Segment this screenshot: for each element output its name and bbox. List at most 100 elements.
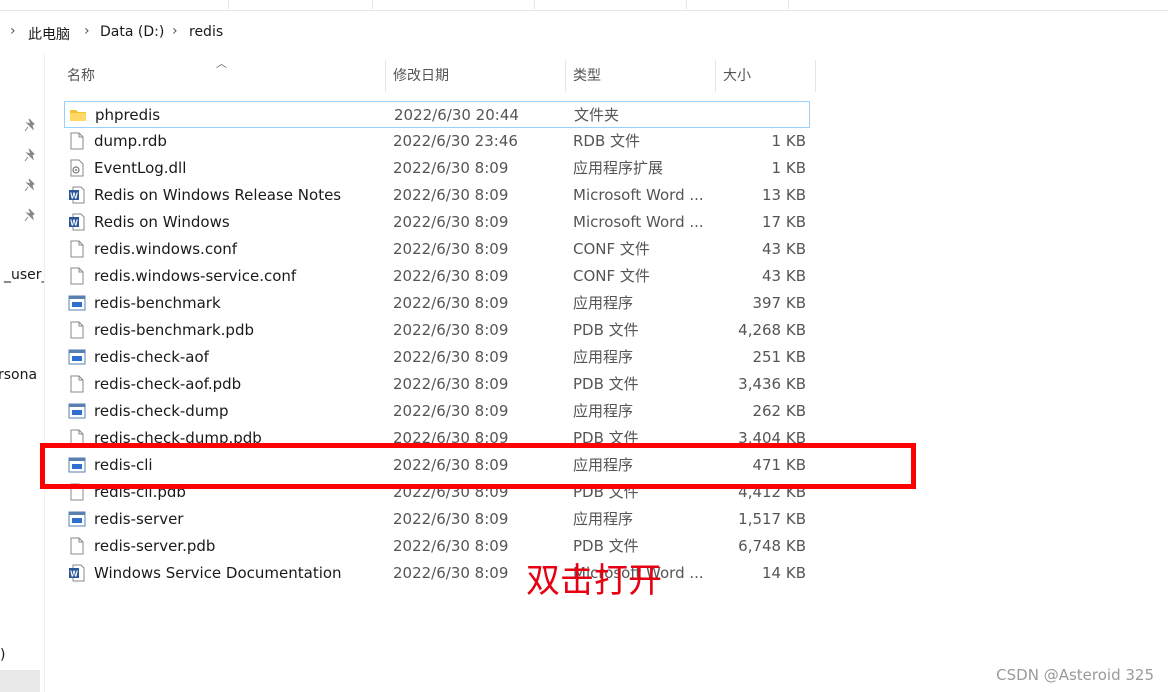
- file-row[interactable]: redis-check-dump 2022/6/30 8:09 应用程序 262 KB: [64, 398, 810, 425]
- file-size: 17 KB: [762, 213, 806, 231]
- file-row[interactable]: redis-check-dump.pdb 2022/6/30 8:09 PDB 文件…: [64, 425, 810, 452]
- file-name: redis-cli: [94, 456, 153, 474]
- ribbon-tab[interactable]: [366, 0, 535, 9]
- file-icon: [68, 321, 86, 339]
- file-size: 4,268 KB: [738, 321, 806, 339]
- pin-icon[interactable]: [24, 148, 38, 162]
- file-size: 4,412 KB: [738, 483, 806, 501]
- chevron-right-icon[interactable]: ›: [84, 23, 90, 39]
- pin-icon[interactable]: [24, 178, 38, 192]
- file-row[interactable]: redis.windows-service.conf 2022/6/30 8:09…: [64, 263, 810, 290]
- file-size: 14 KB: [762, 564, 806, 582]
- svg-text:W: W: [70, 570, 78, 579]
- watermark: CSDN @Asteroid 325: [996, 666, 1154, 684]
- file-name: redis.windows.conf: [94, 240, 238, 258]
- column-header-date[interactable]: 修改日期: [385, 60, 565, 92]
- file-icon: [68, 537, 86, 555]
- ribbon-tab[interactable]: [528, 0, 687, 9]
- file-modified-date: 2022/6/30 8:09: [393, 321, 509, 339]
- file-row[interactable]: redis-cli.pdb 2022/6/30 8:09 PDB 文件 4,412 K…: [64, 479, 810, 506]
- file-modified-date: 2022/6/30 8:09: [393, 240, 509, 258]
- file-size: 397 KB: [752, 294, 806, 312]
- file-type: PDB 文件: [573, 429, 639, 447]
- file-row[interactable]: redis-benchmark 2022/6/30 8:09 应用程序 397 KB: [64, 290, 810, 317]
- column-header-name[interactable]: 名称: [59, 60, 385, 92]
- column-header-type[interactable]: 类型: [565, 60, 715, 92]
- file-icon: [68, 240, 86, 258]
- nav-item-drive[interactable]: ): [0, 647, 5, 663]
- file-name: redis-check-aof: [94, 348, 209, 366]
- breadcrumb-data-drive[interactable]: Data (D:): [100, 24, 164, 40]
- breadcrumb-this-pc[interactable]: 此电脑: [28, 24, 70, 44]
- word-icon: W: [68, 186, 86, 204]
- breadcrumb: › 此电脑 › Data (D:) › redis: [0, 10, 1168, 54]
- file-row[interactable]: W Redis on Windows Release Notes 2022/6/30…: [64, 182, 810, 209]
- file-modified-date: 2022/6/30 8:09: [393, 213, 509, 231]
- column-divider[interactable]: [815, 60, 816, 92]
- chevron-right-icon[interactable]: ›: [172, 23, 178, 39]
- file-modified-date: 2022/6/30 8:09: [393, 483, 509, 501]
- file-row[interactable]: redis-server.pdb 2022/6/30 8:09 PDB 文件 6,74…: [64, 533, 810, 560]
- file-name: Redis on Windows: [94, 213, 230, 231]
- file-type: Microsoft Word ...: [573, 213, 704, 231]
- file-name: redis-benchmark.pdb: [94, 321, 254, 339]
- file-name: redis-server: [94, 510, 184, 528]
- exe-icon: [68, 402, 86, 420]
- breadcrumb-redis[interactable]: redis: [189, 24, 223, 40]
- file-row[interactable]: redis-server 2022/6/30 8:09 应用程序 1,517 KB: [64, 506, 810, 533]
- file-icon: [68, 429, 86, 447]
- nav-scroll-area: [0, 670, 40, 692]
- chevron-right-icon[interactable]: ›: [10, 23, 16, 39]
- file-size: 3,404 KB: [738, 429, 806, 447]
- file-row[interactable]: W Redis on Windows 2022/6/30 8:09 Microsoft…: [64, 209, 810, 236]
- file-row[interactable]: dump.rdb 2022/6/30 23:46 RDB 文件 1 KB: [64, 128, 810, 155]
- file-row[interactable]: W Windows Service Documentation 2022/6/30 …: [64, 560, 810, 587]
- file-size: 1,517 KB: [738, 510, 806, 528]
- annotation-text: 双击打开: [526, 561, 662, 601]
- file-modified-date: 2022/6/30 8:09: [393, 267, 509, 285]
- file-size: 1 KB: [771, 159, 806, 177]
- file-row[interactable]: redis-check-aof.pdb 2022/6/30 8:09 PDB 文件 3…: [64, 371, 810, 398]
- ribbon-tab[interactable]: [220, 0, 373, 9]
- file-name: redis.windows-service.conf: [94, 267, 297, 285]
- file-row[interactable]: redis-check-aof 2022/6/30 8:09 应用程序 251 KB: [64, 344, 810, 371]
- file-modified-date: 2022/6/30 8:09: [393, 375, 509, 393]
- ribbon-tab[interactable]: [0, 0, 229, 9]
- ribbon-tab[interactable]: [680, 0, 789, 9]
- nav-item-personal[interactable]: rsona: [0, 367, 37, 383]
- file-modified-date: 2022/6/30 8:09: [393, 564, 509, 582]
- exe-icon: [68, 294, 86, 312]
- file-icon: [68, 267, 86, 285]
- file-type: RDB 文件: [573, 132, 641, 150]
- file-type: 应用程序扩展: [573, 159, 664, 177]
- file-name: redis-check-dump.pdb: [94, 429, 262, 447]
- file-size: 3,436 KB: [738, 375, 806, 393]
- file-modified-date: 2022/6/30 8:09: [393, 429, 509, 447]
- pin-icon[interactable]: [24, 208, 38, 222]
- file-modified-date: 2022/6/30 8:09: [393, 510, 509, 528]
- file-modified-date: 2022/6/30 8:09: [393, 294, 509, 312]
- pin-icon[interactable]: [24, 118, 38, 132]
- file-icon: [68, 483, 86, 501]
- file-modified-date: 2022/6/30 8:09: [393, 537, 509, 555]
- file-size: 43 KB: [762, 267, 806, 285]
- file-size: 262 KB: [752, 402, 806, 420]
- navigation-pane: _user_ rsona ): [0, 54, 45, 692]
- file-row[interactable]: redis.windows.conf 2022/6/30 8:09 CONF 文件 4…: [64, 236, 810, 263]
- file-name: redis-check-aof.pdb: [94, 375, 242, 393]
- file-type: 应用程序: [573, 294, 634, 312]
- file-type: 应用程序: [573, 348, 634, 366]
- svg-text:W: W: [70, 192, 78, 201]
- file-type: 应用程序: [573, 456, 634, 474]
- file-name: dump.rdb: [94, 132, 167, 150]
- file-type: CONF 文件: [573, 240, 650, 258]
- column-header-size[interactable]: 大小: [715, 60, 815, 92]
- file-row[interactable]: redis-cli 2022/6/30 8:09 应用程序 471 KB: [64, 452, 810, 479]
- file-row[interactable]: redis-benchmark.pdb 2022/6/30 8:09 PDB 文件 4…: [64, 317, 810, 344]
- file-size: 471 KB: [752, 456, 806, 474]
- file-row[interactable]: phpredis 2022/6/30 20:44 文件夹: [64, 101, 810, 128]
- file-modified-date: 2022/6/30 20:44: [394, 106, 519, 124]
- nav-item-user[interactable]: _user_: [4, 267, 44, 283]
- svg-text:W: W: [70, 219, 78, 228]
- file-row[interactable]: EventLog.dll 2022/6/30 8:09 应用程序扩展 1 KB: [64, 155, 810, 182]
